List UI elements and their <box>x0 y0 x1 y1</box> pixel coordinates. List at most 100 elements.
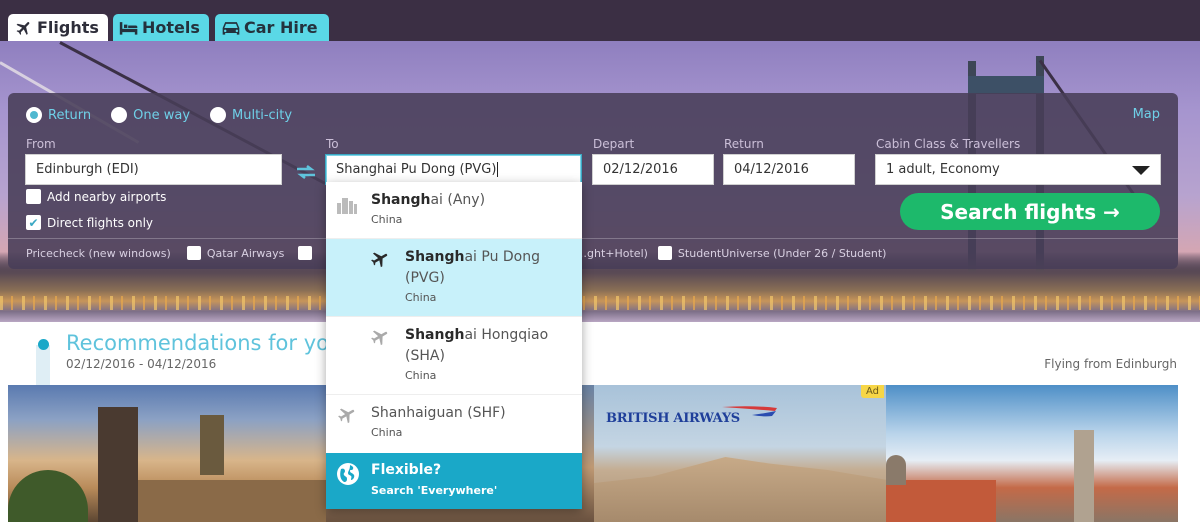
suggestion-shanghai-hongqiao[interactable]: Shanghai Hongqiao (SHA) China <box>326 317 582 395</box>
add-nearby-label: Add nearby airports <box>47 189 167 204</box>
radio-icon <box>111 107 128 123</box>
church-roof-image <box>886 480 996 522</box>
radio-icon <box>210 107 227 123</box>
return-date-input[interactable]: 04/12/2016 <box>723 154 855 185</box>
trip-type-label: Multi-city <box>232 107 293 123</box>
return-label: Return <box>724 137 764 151</box>
suggestion-name: Shanghai Pu Dong <box>405 249 540 265</box>
checkbox-icon <box>657 246 672 260</box>
pricecheck-row-right: …ght+Hotel) StudentUniverse (Under 26 / … <box>576 246 886 260</box>
tab-flights-label: Flights <box>37 18 99 37</box>
destination-suggestions: Shanghai (Any) China Shanghai Pu Dong (P… <box>326 182 582 509</box>
ad-badge: Ad <box>860 385 884 398</box>
tab-car-hire[interactable]: Car Hire <box>215 14 329 41</box>
suggestion-name: Shanghai (Any) <box>371 192 486 208</box>
city-lights <box>0 296 1200 310</box>
caret-down-icon <box>1132 166 1150 175</box>
suggestion-code: (PVG) <box>405 270 445 286</box>
suggestion-shanhaiguan[interactable]: Shanhaiguan (SHF) China <box>326 395 582 453</box>
map-link[interactable]: Map <box>1133 107 1160 122</box>
british-airways-logo: BRITISH AIRWAYS <box>606 411 740 426</box>
city-icon <box>336 194 358 214</box>
checkbox-icon <box>26 189 41 204</box>
castle-tower-image <box>200 415 224 475</box>
checkbox-icon <box>186 246 201 260</box>
suggestion-shanghai-pudong[interactable]: Shanghai Pu Dong (PVG) China <box>326 239 582 317</box>
timeline-dot <box>38 339 49 350</box>
bridge-image <box>138 480 326 522</box>
suggestion-country: China <box>371 426 403 439</box>
direct-flights-label: Direct flights only <box>47 215 154 230</box>
cabin-travellers-select[interactable]: 1 adult, Economy <box>875 154 1161 185</box>
trip-type-multi-city[interactable]: Multi-city <box>210 107 292 123</box>
speedmarque-icon <box>722 406 777 417</box>
search-panel: Return One way Multi-city Map From Edinb… <box>8 93 1178 269</box>
panel-divider <box>8 238 1178 239</box>
tab-hotels[interactable]: Hotels <box>113 14 209 41</box>
from-label: From <box>26 137 56 151</box>
pricecheck-option-label: …ght+Hotel) <box>576 246 648 260</box>
pricecheck-option-label: StudentUniverse (Under 26 / Student) <box>677 246 887 260</box>
flexible-subtitle: Search 'Everywhere' <box>371 484 498 497</box>
suggestion-code: (SHA) <box>405 348 445 364</box>
bed-icon <box>119 19 139 37</box>
pricecheck-label: Pricecheck (new windows) <box>26 246 171 260</box>
suggestion-country: China <box>371 213 403 226</box>
swap-icon[interactable] <box>295 163 317 181</box>
suggestion-shanghai-any[interactable]: Shanghai (Any) China <box>326 182 582 239</box>
top-bar: Flights Hotels Car Hire <box>0 0 1200 41</box>
trip-type-label: One way <box>133 107 191 123</box>
town-hall-tower-image <box>1074 430 1094 522</box>
suggestion-country: China <box>405 369 437 382</box>
trip-type-label: Return <box>48 107 92 123</box>
pricecheck-qatar[interactable]: Qatar Airways <box>186 246 285 260</box>
recommendations-dates: 02/12/2016 - 04/12/2016 <box>66 357 217 371</box>
checkbox-icon <box>298 246 313 260</box>
airplane-icon <box>369 249 391 269</box>
car-icon <box>221 19 241 37</box>
depart-label: Depart <box>593 137 635 151</box>
pricecheck-row: Pricecheck (new windows) Qatar Airways <box>26 246 313 260</box>
to-input[interactable]: Shanghai Pu Dong (PVG) <box>325 154 582 185</box>
airplane-icon <box>336 405 358 425</box>
globe-icon <box>336 462 360 486</box>
suggestion-name: Shanghai Hongqiao <box>405 327 549 343</box>
text-cursor <box>497 162 499 177</box>
from-input[interactable]: Edinburgh (EDI) <box>25 154 282 185</box>
ad-card-british-airways[interactable]: Ad BRITISH AIRWAYS <box>594 385 886 522</box>
trip-type-one-way[interactable]: One way <box>111 107 190 123</box>
checkmark-icon: ✔ <box>26 215 41 230</box>
airplane-icon <box>369 327 391 347</box>
tab-car-hire-label: Car Hire <box>244 18 318 37</box>
castle-tower-image <box>98 407 138 522</box>
recommendations-title: Recommendations for you <box>66 331 343 355</box>
to-label: To <box>326 137 339 151</box>
destination-card-prague[interactable] <box>8 385 326 522</box>
destination-card-munich[interactable] <box>886 385 1178 522</box>
add-nearby-airports-checkbox[interactable]: Add nearby airports <box>26 189 166 204</box>
to-input-value: Shanghai Pu Dong (PVG) <box>336 162 497 177</box>
cabin-value: 1 adult, Economy <box>886 162 1000 177</box>
flexible-title: Flexible? <box>371 462 442 478</box>
flying-from-label: Flying from Edinburgh <box>1044 357 1177 371</box>
direct-flights-checkbox[interactable]: ✔ Direct flights only <box>26 215 153 230</box>
search-flights-button[interactable]: Search flights → <box>900 193 1160 230</box>
pricecheck-option-2[interactable] <box>298 246 313 260</box>
suggestion-country: China <box>405 291 437 304</box>
radio-selected-icon <box>26 107 42 123</box>
mountains-image <box>594 457 886 522</box>
pricecheck-studentuniverse[interactable]: StudentUniverse (Under 26 / Student) <box>657 246 887 260</box>
pricecheck-option-label: Qatar Airways <box>206 246 285 260</box>
church-tower-image <box>886 455 906 485</box>
trip-type-return[interactable]: Return <box>26 107 91 123</box>
cabin-label: Cabin Class & Travellers <box>876 137 1021 151</box>
bridge-tower <box>968 76 1044 94</box>
tab-hotels-label: Hotels <box>142 18 200 37</box>
trip-type-group: Return One way Multi-city <box>26 107 292 123</box>
trees-image <box>8 470 88 522</box>
depart-date-input[interactable]: 02/12/2016 <box>592 154 714 185</box>
suggestion-name: Shanhaiguan (SHF) <box>371 405 506 421</box>
flexible-everywhere-option[interactable]: Flexible? Search 'Everywhere' <box>326 453 582 509</box>
airplane-icon <box>14 19 34 37</box>
tab-flights[interactable]: Flights <box>8 14 108 41</box>
